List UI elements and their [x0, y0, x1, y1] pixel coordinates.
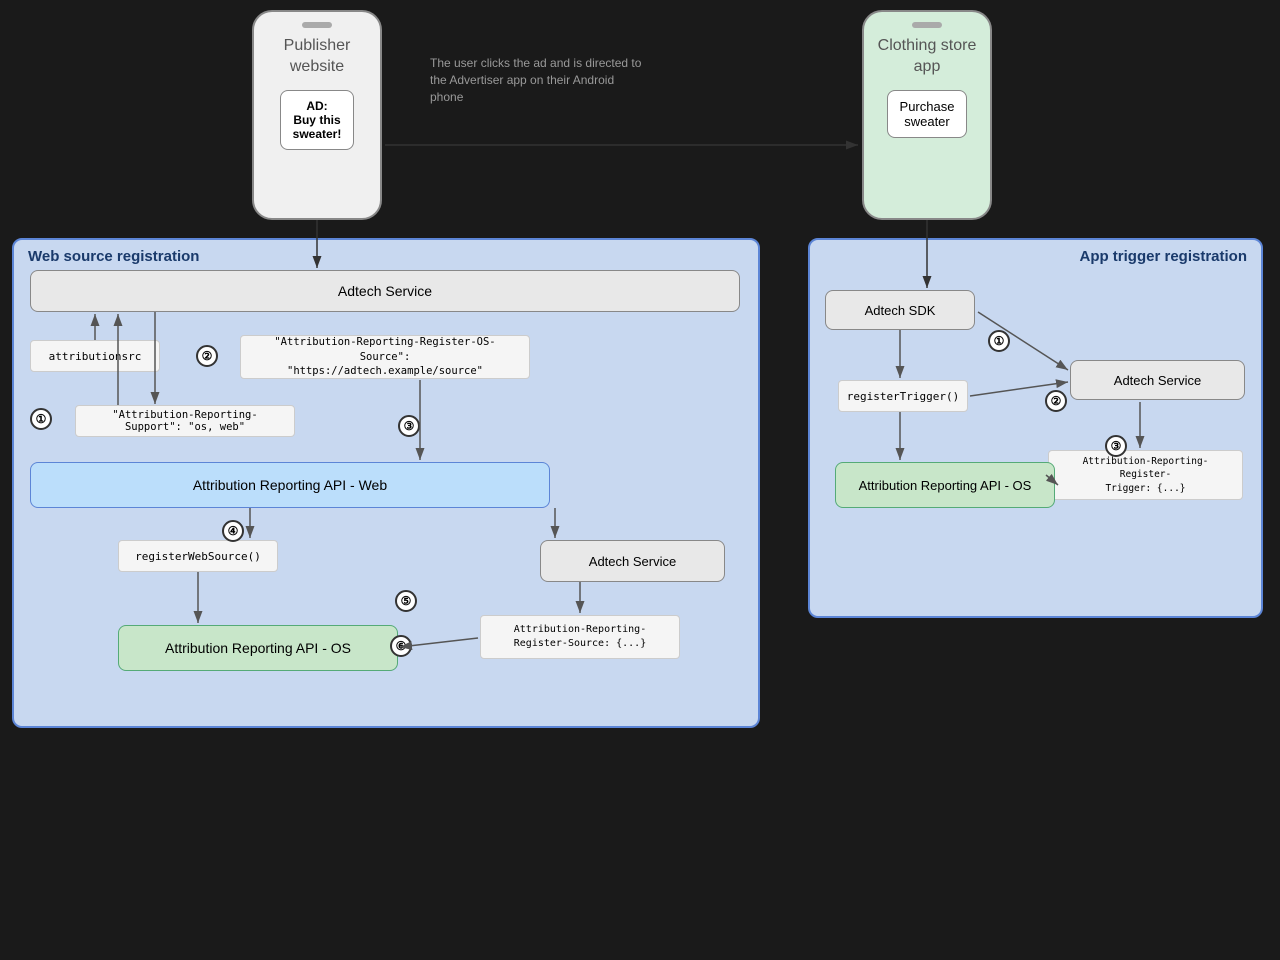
web-step-4: ④: [222, 520, 244, 542]
register-trigger-box: registerTrigger(): [838, 380, 968, 412]
web-step-6: ⑥: [390, 635, 412, 657]
web-section-title: Web source registration: [28, 248, 199, 265]
web-attribution-api-os-box: Attribution Reporting API - OS: [118, 625, 398, 671]
ad-label: AD:: [306, 99, 327, 113]
app-step-1: ①: [988, 330, 1010, 352]
ad-text: Buy thissweater!: [293, 113, 342, 141]
web-step-1: ①: [30, 408, 52, 430]
app-adtech-service-box: Adtech Service: [1070, 360, 1245, 400]
app-step-2: ②: [1045, 390, 1067, 412]
web-step-5: ⑤: [395, 590, 417, 612]
web-adtech-service-bottom: Adtech Service: [540, 540, 725, 582]
app-step-3: ③: [1105, 435, 1127, 457]
adtech-sdk-box: Adtech SDK: [825, 290, 975, 330]
attributionsrc-box: attributionsrc: [30, 340, 160, 372]
publisher-phone: Publisher website AD: Buy thissweater!: [252, 10, 382, 220]
register-web-source-box: registerWebSource(): [118, 540, 278, 572]
caption-text: The user clicks the ad and is directed t…: [430, 56, 641, 104]
phone-notch: [302, 22, 332, 28]
clothing-phone-title: Clothing store app: [878, 36, 977, 78]
diagram-area: Publisher website AD: Buy thissweater! C…: [0, 0, 1280, 960]
attribution-register-trigger-box: Attribution-Reporting-Register-Trigger: …: [1048, 450, 1243, 500]
web-step-2: ②: [196, 345, 218, 367]
attribution-register-source-box: Attribution-Reporting-Register-Source: {…: [480, 615, 680, 659]
publisher-phone-title: Publisher website: [284, 36, 351, 78]
ad-caption: The user clicks the ad and is directed t…: [430, 55, 650, 105]
web-step-3: ③: [398, 415, 420, 437]
attribution-register-os-source-box: "Attribution-Reporting-Register-OS-Sourc…: [240, 335, 530, 379]
app-section-title: App trigger registration: [1079, 248, 1247, 265]
clothing-phone: Clothing store app Purchase sweater: [862, 10, 992, 220]
app-attribution-api-os-box: Attribution Reporting API - OS: [835, 462, 1055, 508]
purchase-button: Purchase sweater: [887, 90, 968, 138]
publisher-ad-button: AD: Buy thissweater!: [280, 90, 355, 150]
clothing-phone-notch: [912, 22, 942, 28]
attribution-api-web-box: Attribution Reporting API - Web: [30, 462, 550, 508]
web-adtech-service-top: Adtech Service: [30, 270, 740, 312]
attribution-support-box: "Attribution-Reporting-Support": "os, we…: [75, 405, 295, 437]
